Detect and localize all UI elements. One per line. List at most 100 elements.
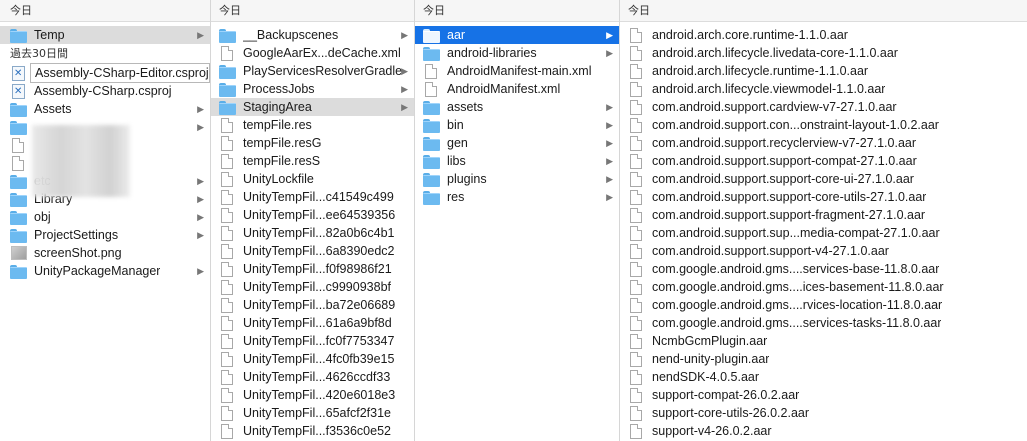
- item-label: PlayServicesResolverGradle: [243, 64, 403, 78]
- item-label: screenShot.png: [34, 246, 122, 260]
- folder-row[interactable]: obj ▶: [0, 208, 210, 226]
- file-row[interactable]: com.android.support.support-core-utils-2…: [620, 188, 1027, 206]
- folder-row[interactable]: __Backupscenes ▶: [211, 26, 414, 44]
- file-row[interactable]: com.google.android.gms....services-tasks…: [620, 314, 1027, 332]
- file-row[interactable]: nendSDK-4.0.5.aar: [620, 368, 1027, 386]
- file-row[interactable]: UnityLockfile: [211, 170, 414, 188]
- file-row[interactable]: com.android.support.recyclerview-v7-27.1…: [620, 134, 1027, 152]
- file-row[interactable]: UnityTempFil...ba72e06689: [211, 296, 414, 314]
- folder-row[interactable]: ProcessJobs ▶: [211, 80, 414, 98]
- item-label: UnityTempFil...82a0b6c4b1: [243, 226, 395, 240]
- file-row[interactable]: android.arch.lifecycle.runtime-1.1.0.aar: [620, 62, 1027, 80]
- document-icon: [628, 279, 646, 295]
- file-row[interactable]: UnityTempFil...fc0f7753347: [211, 332, 414, 350]
- document-icon: [423, 81, 441, 97]
- file-row[interactable]: com.android.support.support-compat-27.1.…: [620, 152, 1027, 170]
- file-row[interactable]: support-compat-26.0.2.aar: [620, 386, 1027, 404]
- column-1-today-list: Temp ▶: [0, 22, 210, 44]
- file-row[interactable]: com.android.support.con...onstraint-layo…: [620, 116, 1027, 134]
- folder-row[interactable]: aar ▶: [415, 26, 619, 44]
- file-row[interactable]: Assembly-CSharp.csproj: [0, 82, 210, 100]
- file-row[interactable]: tempFile.resS: [211, 152, 414, 170]
- file-row[interactable]: AndroidManifest-main.xml: [415, 62, 619, 80]
- item-label: com.google.android.gms....services-tasks…: [652, 316, 942, 330]
- file-row[interactable]: com.google.android.gms....ices-basement-…: [620, 278, 1027, 296]
- item-label: support-v4-26.0.2.aar: [652, 424, 772, 438]
- chevron-right-icon: ▶: [197, 194, 204, 204]
- file-row[interactable]: android.arch.lifecycle.livedata-core-1.1…: [620, 44, 1027, 62]
- folder-row[interactable]: Assets ▶: [0, 100, 210, 118]
- document-icon: [219, 45, 237, 61]
- item-label: UnityTempFil...ee64539356: [243, 208, 396, 222]
- file-row[interactable]: com.google.android.gms....rvices-locatio…: [620, 296, 1027, 314]
- document-icon: [628, 225, 646, 241]
- folder-row[interactable]: gen ▶: [415, 134, 619, 152]
- file-row[interactable]: UnityTempFil...c9990938bf: [211, 278, 414, 296]
- file-row[interactable]: UnityTempFil...61a6a9bf8d: [211, 314, 414, 332]
- file-row[interactable]: android.arch.lifecycle.viewmodel-1.1.0.a…: [620, 80, 1027, 98]
- item-label: com.android.support.cardview-v7-27.1.0.a…: [652, 100, 897, 114]
- folder-icon: [10, 228, 28, 243]
- file-row[interactable]: UnityTempFil...f3536c0e52: [211, 422, 414, 440]
- file-row[interactable]: UnityTempFil...4626ccdf33: [211, 368, 414, 386]
- folder-icon: [423, 172, 441, 187]
- file-row[interactable]: nend-unity-plugin.aar: [620, 350, 1027, 368]
- file-row[interactable]: support-core-utils-26.0.2.aar: [620, 404, 1027, 422]
- item-label: bin: [447, 118, 464, 132]
- folder-row[interactable]: bin ▶: [415, 116, 619, 134]
- document-icon: [219, 171, 237, 187]
- file-row[interactable]: UnityTempFil...c41549c499: [211, 188, 414, 206]
- folder-row[interactable]: android-libraries ▶: [415, 44, 619, 62]
- folder-row[interactable]: PlayServicesResolverGradle ▶: [211, 62, 414, 80]
- file-row[interactable]: UnityTempFil...65afcf2f31e: [211, 404, 414, 422]
- item-label: tempFile.resS: [243, 154, 321, 168]
- item-label: nendSDK-4.0.5.aar: [652, 370, 760, 384]
- file-row[interactable]: UnityTempFil...4fc0fb39e15: [211, 350, 414, 368]
- item-label: UnityTempFil...f3536c0e52: [243, 424, 391, 438]
- file-row[interactable]: com.google.android.gms....services-base-…: [620, 260, 1027, 278]
- chevron-right-icon: ▶: [197, 176, 204, 186]
- folder-row[interactable]: Temp ▶: [0, 26, 210, 44]
- item-label: __Backupscenes: [243, 28, 339, 42]
- file-row[interactable]: screenShot.png: [0, 244, 210, 262]
- document-icon: [628, 333, 646, 349]
- file-row[interactable]: com.android.support.support-fragment-27.…: [620, 206, 1027, 224]
- file-row[interactable]: UnityTempFil...ee64539356: [211, 206, 414, 224]
- file-row[interactable]: UnityTempFil...420e6018e3: [211, 386, 414, 404]
- document-icon: [219, 351, 237, 367]
- folder-icon: [10, 210, 28, 225]
- item-label: UnityTempFil...c41549c499: [243, 190, 394, 204]
- file-row[interactable]: Assembly-CSharp-Editor.csproj: [0, 63, 210, 83]
- file-row[interactable]: NcmbGcmPlugin.aar: [620, 332, 1027, 350]
- item-label: res: [447, 190, 465, 204]
- item-label: UnityTempFil...c9990938bf: [243, 280, 391, 294]
- folder-row[interactable]: res ▶: [415, 188, 619, 206]
- file-row[interactable]: com.android.support.sup...media-compat-2…: [620, 224, 1027, 242]
- folder-row[interactable]: libs ▶: [415, 152, 619, 170]
- document-icon: [628, 351, 646, 367]
- file-row[interactable]: com.android.support.cardview-v7-27.1.0.a…: [620, 98, 1027, 116]
- file-row[interactable]: AndroidManifest.xml: [415, 80, 619, 98]
- folder-row[interactable]: UnityPackageManager ▶: [0, 262, 210, 280]
- document-icon: [219, 225, 237, 241]
- file-row[interactable]: android.arch.core.runtime-1.1.0.aar: [620, 26, 1027, 44]
- file-row[interactable]: tempFile.res: [211, 116, 414, 134]
- folder-icon: [219, 64, 237, 79]
- folder-row[interactable]: plugins ▶: [415, 170, 619, 188]
- item-label: com.android.support.con...onstraint-layo…: [652, 118, 939, 132]
- folder-row[interactable]: ProjectSettings ▶: [0, 226, 210, 244]
- file-row[interactable]: tempFile.resG: [211, 134, 414, 152]
- folder-row[interactable]: StagingArea ▶: [211, 98, 414, 116]
- item-label: AndroidManifest.xml: [447, 82, 561, 96]
- file-row[interactable]: UnityTempFil...6a8390edc2: [211, 242, 414, 260]
- file-row[interactable]: com.android.support.support-core-ui-27.1…: [620, 170, 1027, 188]
- item-label: com.android.support.sup...media-compat-2…: [652, 226, 940, 240]
- file-row[interactable]: GoogleAarEx...deCache.xml: [211, 44, 414, 62]
- file-row[interactable]: UnityTempFil...82a0b6c4b1: [211, 224, 414, 242]
- chevron-right-icon: ▶: [606, 138, 613, 148]
- file-row[interactable]: com.android.support.support-v4-27.1.0.aa…: [620, 242, 1027, 260]
- file-row[interactable]: UnityTempFil...f0f98986f21: [211, 260, 414, 278]
- file-row[interactable]: support-v4-26.0.2.aar: [620, 422, 1027, 440]
- item-label: UnityTempFil...6a8390edc2: [243, 244, 395, 258]
- folder-row[interactable]: assets ▶: [415, 98, 619, 116]
